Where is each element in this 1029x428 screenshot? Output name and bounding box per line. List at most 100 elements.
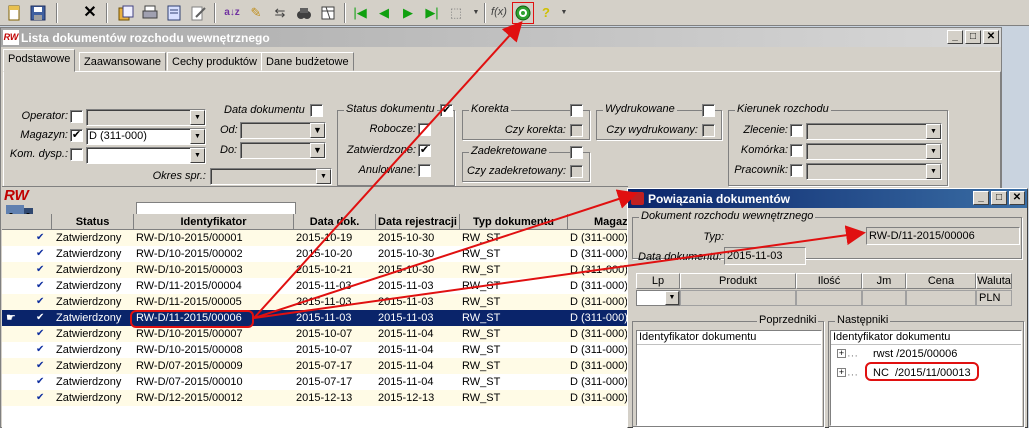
link-icon[interactable]: ⇆ bbox=[270, 3, 290, 22]
dialog-minimize-button[interactable]: _ bbox=[973, 191, 989, 205]
typ-cell: RW_ST bbox=[462, 296, 501, 308]
print-icon[interactable] bbox=[140, 3, 160, 22]
header-select[interactable] bbox=[2, 214, 52, 230]
table-row[interactable]: ✔ Zatwierdzony RW-D/07-2015/00010 2015-07-1… bbox=[2, 374, 628, 390]
book-icon[interactable] bbox=[294, 3, 314, 22]
zlecenie-checkbox[interactable] bbox=[790, 124, 803, 137]
wizard-icon[interactable]: ? bbox=[536, 3, 556, 22]
tab-zaawansowane[interactable]: Zaawansowane bbox=[79, 52, 167, 71]
maximize-button[interactable]: □ bbox=[965, 30, 981, 44]
robocze-checkbox[interactable] bbox=[418, 123, 431, 136]
komorka-combo[interactable]: ▼ bbox=[806, 143, 942, 160]
header-status[interactable]: Status bbox=[52, 214, 134, 230]
prev-icon[interactable]: ◀ bbox=[374, 3, 394, 22]
identyfikator-cell: RW-D/10-2015/00001 bbox=[136, 232, 243, 244]
typ-cell: RW_ST bbox=[462, 232, 501, 244]
dialog-maximize-button[interactable]: □ bbox=[991, 191, 1007, 205]
table-row[interactable]: ✔ Zatwierdzony RW-D/10-2015/00007 2015-10-0… bbox=[2, 326, 628, 342]
table-row[interactable]: ☛ ✔ Zatwierdzony RW-D/11-2015/00006 2015-11-… bbox=[2, 310, 628, 326]
expand-icon[interactable]: + bbox=[837, 349, 846, 358]
minimize-button[interactable]: _ bbox=[947, 30, 963, 44]
table-row[interactable]: ✔ Zatwierdzony RW-D/10-2015/00001 2015-10-1… bbox=[2, 230, 628, 246]
data-rejestracji-cell: 2015-11-03 bbox=[378, 280, 434, 292]
identyfikator-cell: RW-D/07-2015/00009 bbox=[136, 360, 243, 372]
last-icon[interactable]: ▶| bbox=[422, 3, 442, 22]
czy-wydrukowany-checkbox[interactable] bbox=[702, 124, 715, 137]
header-typ-dokumentu[interactable]: Typ dokumentu bbox=[460, 214, 568, 230]
copy-icon[interactable] bbox=[116, 3, 136, 22]
export-icon[interactable]: ⬚ bbox=[446, 3, 466, 22]
dialog-close-button[interactable]: ✕ bbox=[1009, 191, 1025, 205]
identyfikator-cell: RW-D/11-2015/00005 bbox=[136, 296, 242, 308]
close-button[interactable]: ✕ bbox=[983, 30, 999, 44]
operator-checkbox[interactable] bbox=[70, 110, 83, 123]
od-date-field[interactable]: ▼ bbox=[240, 122, 326, 139]
magazyn-checkbox[interactable]: ✔ bbox=[70, 129, 83, 142]
czy-korekta-checkbox[interactable] bbox=[570, 124, 583, 137]
waluta-cell: PLN bbox=[976, 290, 1012, 306]
header-data-dok[interactable]: Data dok. bbox=[294, 214, 376, 230]
tab-cechy-produktow[interactable]: Cechy produktów bbox=[167, 52, 262, 71]
relations-dialog: Powiązania dokumentów _ □ ✕ Dokument roz… bbox=[627, 188, 1028, 428]
header-data-rejestracji[interactable]: Data rejestracji bbox=[376, 214, 460, 230]
delete-icon[interactable]: ✕ bbox=[80, 3, 100, 22]
data-rejestracji-cell: 2015-11-04 bbox=[378, 360, 434, 372]
czy-zadekretowany-checkbox[interactable] bbox=[570, 165, 583, 178]
zlecenie-label: Zlecenie: bbox=[743, 124, 788, 136]
header-identyfikator[interactable]: Identyfikator bbox=[134, 214, 294, 230]
table-row[interactable]: ✔ Zatwierdzony RW-D/10-2015/00002 2015-10-2… bbox=[2, 246, 628, 262]
zlecenie-combo[interactable]: ▼ bbox=[806, 123, 942, 140]
kom-dysp-checkbox[interactable] bbox=[70, 148, 83, 161]
edit-icon[interactable] bbox=[188, 3, 208, 22]
table-row[interactable]: ✔ Zatwierdzony RW-D/11-2015/00005 2015-11-0… bbox=[2, 294, 628, 310]
refresh-relations-icon[interactable] bbox=[512, 2, 534, 24]
anulowane-checkbox[interactable] bbox=[418, 164, 431, 177]
new-icon[interactable] bbox=[4, 3, 24, 22]
data-dokumentu-checkbox[interactable] bbox=[310, 104, 323, 117]
poprzedniki-list[interactable]: Identyfikator dokumentu bbox=[636, 330, 822, 426]
table-row[interactable]: ✔ Zatwierdzony RW-D/10-2015/00008 2015-10-0… bbox=[2, 342, 628, 358]
first-icon[interactable]: |◀ bbox=[350, 3, 370, 22]
next-icon[interactable]: ▶ bbox=[398, 3, 418, 22]
save-icon[interactable] bbox=[28, 3, 48, 22]
komorka-checkbox[interactable] bbox=[790, 144, 803, 157]
table-row[interactable]: ✔ Zatwierdzony RW-D/11-2015/00004 2015-11-0… bbox=[2, 278, 628, 294]
relations-dialog-titlebar: Powiązania dokumentów _ □ ✕ bbox=[628, 189, 1027, 208]
data-dok-cell: 2015-11-03 bbox=[296, 296, 352, 308]
table-row[interactable]: ✔ Zatwierdzony RW-D/10-2015/00003 2015-10-2… bbox=[2, 262, 628, 278]
zatwierdzone-checkbox[interactable]: ✔ bbox=[418, 144, 431, 157]
expand-icon[interactable]: + bbox=[837, 368, 846, 377]
data-rejestracji-cell: 2015-10-30 bbox=[378, 264, 435, 276]
typ-cell: RW_ST bbox=[462, 264, 501, 276]
table-row[interactable]: ✔ Zatwierdzony RW-D/07-2015/00009 2015-07-1… bbox=[2, 358, 628, 374]
okres-combo[interactable]: ▼ bbox=[210, 168, 332, 185]
kom-dysp-combo[interactable]: ▼ bbox=[86, 147, 206, 164]
status-checkbox[interactable]: ✔ bbox=[440, 104, 453, 117]
do-date-field[interactable]: ▼ bbox=[240, 142, 326, 159]
operator-combo[interactable]: ▼ bbox=[86, 109, 206, 126]
table-icon[interactable] bbox=[318, 3, 338, 22]
status-check-icon: ✔ bbox=[36, 232, 45, 243]
nastepniki-list[interactable]: Identyfikator dokumentu + ··· rwst /2015… bbox=[830, 330, 1022, 426]
sort-icon[interactable]: a↓z bbox=[222, 3, 242, 22]
nastepnik-item[interactable]: rwst /2015/00006 bbox=[873, 348, 957, 360]
tab-dane-budzetowe[interactable]: Dane budżetowe bbox=[261, 52, 354, 71]
tab-podstawowe[interactable]: Podstawowe bbox=[3, 49, 76, 72]
header-magazyn[interactable]: Magaz bbox=[568, 214, 628, 230]
lp-select[interactable]: ▼ bbox=[636, 290, 680, 306]
preview-icon[interactable] bbox=[164, 3, 184, 22]
wydrukowane-checkbox[interactable] bbox=[702, 104, 715, 117]
pracownik-checkbox[interactable] bbox=[790, 164, 803, 177]
korekta-checkbox[interactable] bbox=[570, 104, 583, 117]
table-row[interactable]: ✔ Zatwierdzony RW-D/12-2015/00012 2015-12-1… bbox=[2, 390, 628, 406]
pracownik-combo[interactable]: ▼ bbox=[806, 163, 942, 180]
do-label: Do: bbox=[220, 144, 238, 156]
formula-icon[interactable]: f(x) bbox=[486, 3, 512, 22]
toolbar: ✕ a↓z ✎ ⇆ |◀ ◀ ▶ ▶| ⬚ ▼ f(x) ? ▼ bbox=[0, 0, 1029, 26]
zadekretowane-checkbox[interactable] bbox=[570, 146, 583, 159]
magazyn-combo[interactable]: D (311-000) ▼ bbox=[86, 128, 206, 145]
export-dropdown-icon[interactable]: ▼ bbox=[466, 3, 486, 22]
magazyn-cell: D (311-000) bbox=[570, 360, 628, 372]
pin-icon[interactable]: ✎ bbox=[246, 3, 266, 22]
wizard-dropdown-icon[interactable]: ▼ bbox=[554, 3, 574, 22]
